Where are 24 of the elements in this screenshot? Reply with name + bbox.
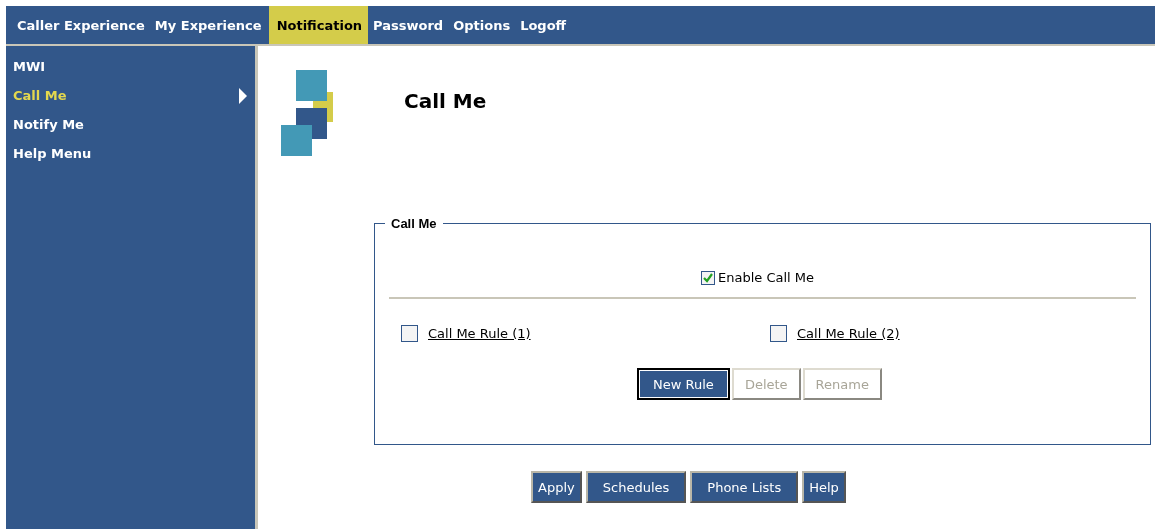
arrow-icon [239, 87, 247, 104]
sidebar-item[interactable]: MWI [6, 52, 255, 81]
checkbox[interactable] [770, 325, 787, 342]
nav-tab[interactable]: Notification [268, 6, 369, 44]
footer-button[interactable]: Help [802, 471, 846, 503]
sidebar-item[interactable]: Help Menu [6, 139, 255, 168]
footer-button[interactable]: Apply [531, 471, 582, 503]
nav-tab[interactable]: Logoff [517, 6, 572, 44]
checkbox[interactable] [401, 325, 418, 342]
rule-link[interactable]: Call Me Rule (1) [428, 326, 531, 341]
footer-button[interactable]: Phone Lists [690, 471, 799, 503]
sidebar-item[interactable]: Notify Me [6, 110, 255, 139]
page-title: Call Me [404, 89, 487, 113]
nav-tab[interactable]: My Experience [151, 6, 267, 44]
group-legend: Call Me [385, 216, 443, 231]
footer-button[interactable]: Schedules [585, 471, 687, 503]
sidebar-item[interactable]: Call Me [6, 81, 255, 110]
nav-tab[interactable]: Password [370, 6, 449, 44]
rule-button[interactable]: New Rule [637, 368, 730, 400]
rule-link[interactable]: Call Me Rule (2) [797, 326, 900, 341]
nav-tab[interactable]: Caller Experience [14, 6, 150, 44]
checkbox-label: Enable Call Me [718, 270, 814, 285]
checkbox[interactable] [701, 270, 715, 285]
nav-tab[interactable]: Options [450, 6, 516, 44]
